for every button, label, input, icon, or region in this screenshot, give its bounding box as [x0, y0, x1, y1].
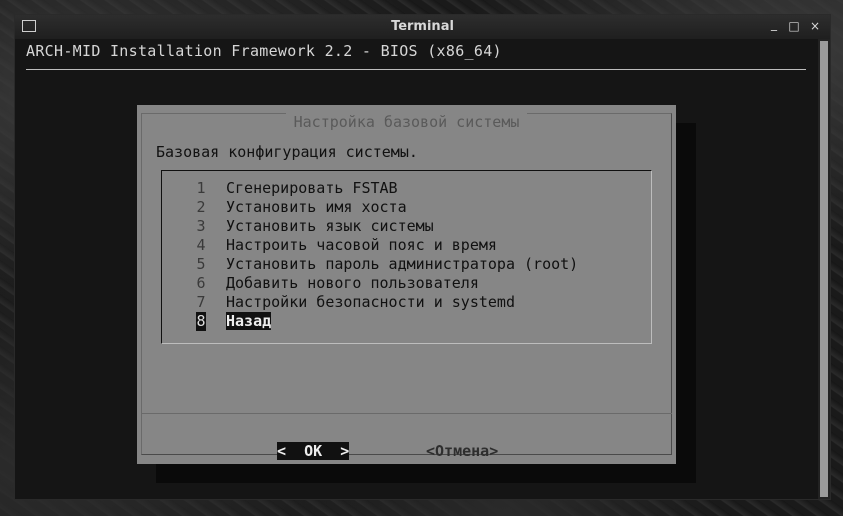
window-title: Terminal: [391, 19, 454, 34]
menu-item-number: 8: [196, 312, 206, 331]
menu-item-label: Настройки безопасности и systemd: [226, 293, 515, 311]
menu-item-label: Настроить часовой пояс и время: [226, 236, 497, 254]
menu-item-number: 3: [196, 217, 206, 235]
terminal-content[interactable]: ARCH-MID Installation Framework 2.2 - BI…: [15, 39, 818, 499]
terminal-window[interactable]: Terminal _ □ × ARCH-MID Installation Fra…: [14, 14, 831, 500]
menu-item-number: 1: [196, 179, 206, 197]
close-icon[interactable]: ×: [808, 19, 822, 33]
scrollbar-thumb[interactable]: [820, 41, 828, 497]
menu-item[interactable]: 2 Установить имя хоста: [196, 198, 578, 217]
menu-item[interactable]: 8 Назад: [196, 312, 578, 331]
menu-item-number: 6: [196, 274, 206, 292]
menu-item-number: 7: [196, 293, 206, 311]
dialog-prompt: Базовая конфигурация системы.: [156, 143, 418, 161]
menu-item-label: Добавить нового пользователя: [226, 274, 479, 292]
cancel-button[interactable]: <Отмена>: [426, 442, 498, 460]
menu-item-label: Сгенерировать FSTAB: [226, 179, 398, 197]
scrollbar[interactable]: [818, 39, 830, 499]
menu-item-label: Назад: [226, 312, 272, 330]
menu-box: 1 Сгенерировать FSTAB 2 Установить имя хост…: [161, 170, 652, 344]
installer-heading: ARCH-MID Installation Framework 2.2 - BI…: [26, 42, 502, 60]
button-separator: [141, 413, 672, 414]
maximize-icon[interactable]: □: [787, 19, 801, 33]
menu-item-label: Установить язык системы: [226, 217, 434, 235]
minimize-icon[interactable]: _: [767, 17, 781, 31]
menu-item[interactable]: 4 Настроить часовой пояс и время: [196, 236, 578, 255]
menu-item[interactable]: 5 Установить пароль администратора (root): [196, 255, 578, 274]
menu-item-number: 5: [196, 255, 206, 273]
base-setup-dialog: Настройка базовой системы Базовая конфиг…: [137, 105, 676, 464]
window-titlebar[interactable]: Terminal _ □ ×: [15, 15, 830, 39]
menu-item-number: 2: [196, 198, 206, 216]
menu-item[interactable]: 1 Сгенерировать FSTAB: [196, 179, 578, 198]
menu-item[interactable]: 7 Настройки безопасности и systemd: [196, 293, 578, 312]
dialog-title-text: Настройка базовой системы: [285, 113, 528, 131]
ok-button[interactable]: < OK >: [277, 442, 350, 460]
menu-item[interactable]: 3 Установить язык системы: [196, 217, 578, 236]
menu-item-label: Установить имя хоста: [226, 198, 407, 216]
dialog-title: Настройка базовой системы: [142, 113, 671, 131]
heading-divider: [26, 69, 806, 70]
menu-item[interactable]: 6 Добавить нового пользователя: [196, 274, 578, 293]
menu-list: 1 Сгенерировать FSTAB 2 Установить имя хост…: [196, 179, 578, 331]
menu-item-label: Установить пароль администратора (root): [226, 255, 579, 273]
menu-item-number: 4: [196, 236, 206, 254]
